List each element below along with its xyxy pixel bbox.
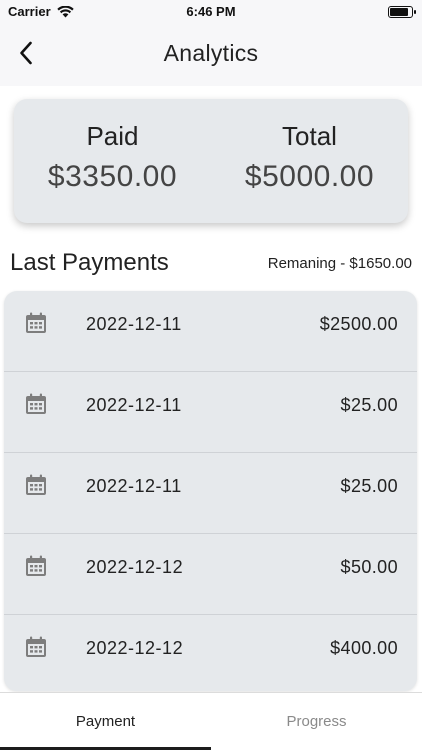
total-label: Total (282, 121, 337, 151)
status-bar: Carrier 6:46 PM (0, 0, 422, 24)
paid-label: Paid (86, 121, 139, 151)
calendar-icon (25, 636, 47, 663)
remaining-amount: Remaning - $1650.00 (267, 255, 412, 272)
paid-value: $3350.00 (47, 160, 178, 193)
calendar-icon (25, 555, 47, 582)
payment-row[interactable]: 2022-12-11 $2500.00 (4, 291, 417, 372)
payment-row[interactable]: 2022-12-11 $25.00 (4, 372, 417, 453)
payment-date: 2022-12-11 (86, 476, 182, 496)
tab-payment[interactable]: Payment (0, 693, 211, 750)
summary-card: Paid $3350.00 Total $5000.00 (14, 99, 408, 223)
payment-amount: $25.00 (340, 476, 398, 496)
tab-bar: Payment Progress (0, 692, 422, 750)
payment-date: 2022-12-11 (86, 314, 182, 334)
navigation-bar: Analytics (0, 24, 422, 86)
payment-row[interactable]: 2022-12-12 $50.00 (4, 534, 417, 615)
calendar-icon (25, 474, 47, 501)
last-payments-title: Last Payments (10, 249, 169, 276)
paid-summary: Paid $3350.00 (14, 121, 211, 194)
payment-row[interactable]: 2022-12-11 $25.00 (4, 453, 417, 534)
tab-progress[interactable]: Progress (211, 693, 422, 750)
payment-date: 2022-12-12 (86, 638, 184, 658)
payments-list[interactable]: 2022-12-11 $2500.00 2022-12-11 $25.00 20… (4, 291, 417, 691)
payment-date: 2022-12-11 (86, 395, 182, 415)
payment-date: 2022-12-12 (86, 557, 184, 577)
calendar-icon (25, 393, 47, 420)
page-title: Analytics (163, 40, 259, 66)
payment-amount: $2500.00 (319, 314, 398, 334)
payment-amount: $400.00 (330, 638, 398, 658)
payment-amount: $50.00 (340, 557, 398, 577)
status-time: 6:46 PM (186, 4, 236, 19)
battery-icon (388, 6, 416, 18)
total-summary: Total $5000.00 (211, 121, 408, 194)
calendar-icon (25, 312, 47, 339)
total-value: $5000.00 (244, 160, 375, 193)
payment-amount: $25.00 (340, 395, 398, 415)
payment-row[interactable]: 2022-12-12 $400.00 (4, 615, 417, 691)
